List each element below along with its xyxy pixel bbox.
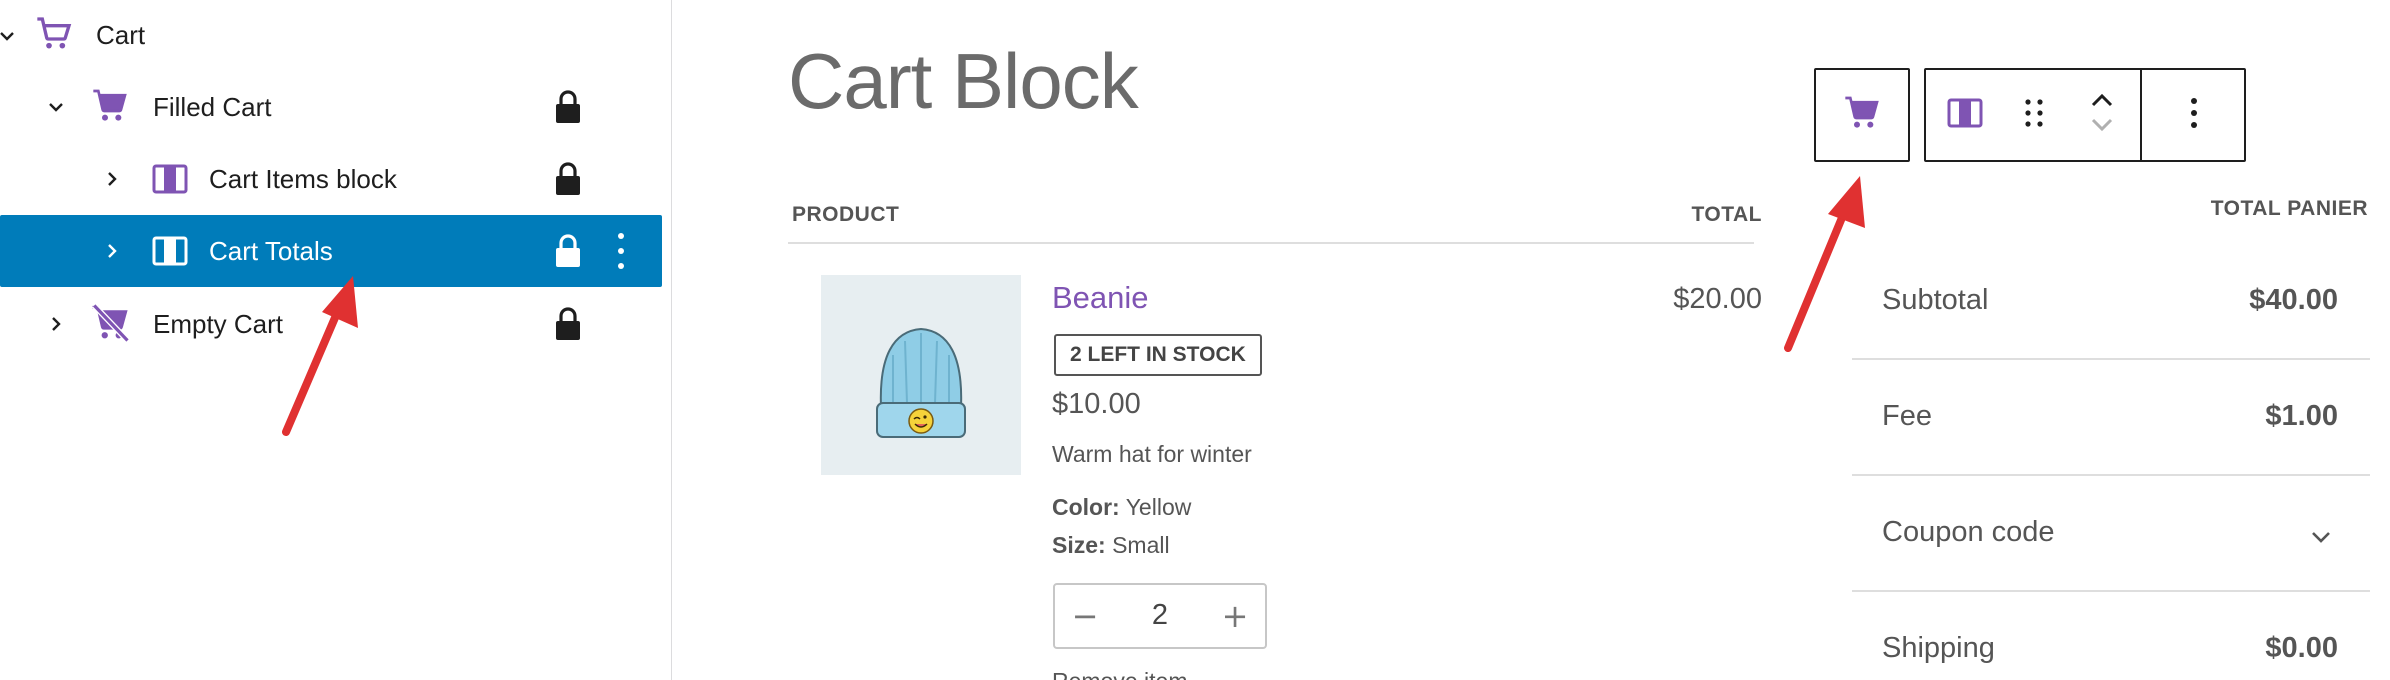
- totals-heading: TOTAL PANIER: [2210, 197, 2368, 220]
- cart-icon: [1842, 93, 1882, 138]
- parent-block-button[interactable]: [1934, 70, 1996, 160]
- move-up-icon[interactable]: [2088, 90, 2116, 115]
- list-item-label: Filled Cart: [153, 92, 272, 122]
- subtotal-value: $40.00: [2249, 284, 2338, 316]
- block-toolbar: [1924, 68, 2246, 162]
- quantity-stepper: − 2 +: [1053, 583, 1267, 649]
- columns-icon: [148, 229, 192, 273]
- fee-row: Fee $1.00: [1852, 360, 2370, 476]
- lock-icon: [554, 89, 582, 125]
- chevron-down-icon[interactable]: [0, 25, 18, 47]
- lock-icon: [554, 233, 582, 269]
- move-down-icon[interactable]: [2088, 115, 2116, 140]
- list-item-label: Cart Items block: [209, 164, 397, 194]
- attribute-label: Size:: [1052, 532, 1106, 558]
- attribute-value: Yellow: [1125, 494, 1192, 520]
- plus-icon[interactable]: +: [1217, 598, 1253, 634]
- move-buttons: [2074, 70, 2130, 160]
- subtotal-row: Subtotal $40.00: [1852, 244, 2370, 360]
- lock-icon: [554, 306, 582, 342]
- list-item-cart-items-block[interactable]: Cart Items block: [0, 143, 660, 215]
- chevron-right-icon[interactable]: [101, 240, 123, 262]
- shipping-label: Shipping: [1882, 632, 1995, 664]
- divider: [788, 242, 1754, 244]
- drag-handle-icon: [2022, 97, 2046, 134]
- empty-cart-icon: [88, 301, 132, 345]
- list-item-cart[interactable]: Cart: [0, 0, 660, 72]
- stock-badge: 2 LEFT IN STOCK: [1054, 334, 1262, 376]
- list-item-label: Cart Totals: [209, 236, 333, 266]
- chevron-down-icon[interactable]: [45, 96, 67, 118]
- more-options-icon: [2189, 96, 2199, 135]
- line-total: $20.00: [1673, 283, 1762, 315]
- more-options-button[interactable]: [2142, 70, 2246, 160]
- annotation-arrow-icon: [1784, 176, 1865, 352]
- coupon-code-row[interactable]: Coupon code: [1852, 476, 2370, 592]
- product-description: Warm hat for winter: [1052, 441, 1252, 467]
- total-column-header: TOTAL: [1691, 203, 1762, 226]
- page-title[interactable]: Cart Block: [788, 36, 1139, 127]
- product-attribute-color: Color: Yellow: [1052, 494, 1191, 521]
- fee-label: Fee: [1882, 400, 1932, 432]
- product-attribute-size: Size: Small: [1052, 532, 1170, 559]
- annotation-arrow-icon: [282, 276, 358, 436]
- fee-value: $1.00: [2265, 400, 2338, 432]
- product-column-header: PRODUCT: [792, 203, 900, 226]
- drag-handle-button[interactable]: [2006, 70, 2062, 160]
- product-name-link[interactable]: Beanie: [1052, 280, 1149, 316]
- editor-screen: { "list_view": { "items": [ {"label": "C…: [0, 0, 2390, 680]
- chevron-down-icon[interactable]: [2308, 524, 2334, 550]
- shipping-row: Shipping $0.00: [1852, 592, 2370, 680]
- block-type-button[interactable]: [1814, 68, 1910, 162]
- chevron-right-icon[interactable]: [45, 313, 67, 335]
- lock-icon: [554, 161, 582, 197]
- columns-icon: [148, 157, 192, 201]
- columns-icon: [1947, 98, 1983, 133]
- attribute-value: Small: [1112, 532, 1170, 558]
- product-image[interactable]: [821, 275, 1021, 475]
- filled-cart-icon: [88, 84, 132, 128]
- beanie-image: [876, 327, 966, 438]
- list-item-filled-cart[interactable]: Filled Cart: [0, 71, 660, 143]
- remove-item-link[interactable]: Remove item: [1052, 668, 1187, 680]
- product-price: $10.00: [1052, 388, 1141, 420]
- coupon-code-label: Coupon code: [1882, 516, 2055, 548]
- cart-icon: [32, 12, 76, 56]
- list-item-label: Cart: [96, 20, 146, 50]
- shipping-value: $0.00: [2265, 632, 2338, 664]
- more-options-icon[interactable]: [616, 233, 626, 269]
- subtotal-label: Subtotal: [1882, 284, 1989, 316]
- attribute-label: Color:: [1052, 494, 1120, 520]
- chevron-right-icon[interactable]: [101, 168, 123, 190]
